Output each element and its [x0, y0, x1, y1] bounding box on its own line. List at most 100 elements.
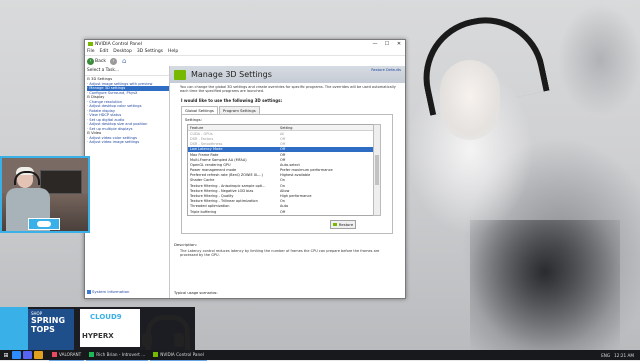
cloud9-badge-icon [28, 218, 60, 230]
maximize-button[interactable]: ☐ [381, 41, 393, 47]
settings-row[interactable]: Shader Cache On [188, 178, 374, 183]
feature-cell: Triple buffering [190, 209, 217, 214]
settings-row[interactable]: Low Latency Mode Off [188, 146, 374, 152]
settings-row[interactable]: Vertical syncOff [188, 214, 374, 216]
language-indicator[interactable]: ENG [601, 353, 610, 358]
pinned-app-icon[interactable] [12, 351, 21, 359]
nvidia-logo-icon [88, 42, 93, 46]
forward-button[interactable]: › [109, 57, 118, 65]
webcam-headset [14, 171, 40, 185]
menu-3d-settings[interactable]: 3D Settings [137, 49, 163, 54]
feature-cell: Texture filtering - Quality [190, 194, 234, 199]
minimize-button[interactable]: — [369, 41, 381, 47]
feature-column-header: Feature [190, 125, 204, 130]
feature-cell: DSR - Smoothness [190, 142, 223, 147]
setting-cell: On [280, 178, 285, 183]
feature-cell: Texture filtering - Anisotropic sample o… [190, 183, 266, 188]
settings-row[interactable]: Texture filtering - Anisotropic sample o… [188, 183, 374, 188]
settings-label: Settings: [185, 117, 202, 122]
menu-help[interactable]: Help [168, 49, 178, 54]
clock[interactable]: 12:21 AM [614, 353, 634, 358]
description-label: Description: [174, 242, 197, 247]
description-text: The Latency control reduces latency by l… [180, 249, 380, 257]
promo-banner: SHOP SPRING TOPS CLOUD9 HYPERX [0, 307, 195, 352]
scrollbar-thumb[interactable] [375, 155, 379, 185]
taskbar: ⊞ VALORANT Rich Brian - Introvert ... NVID… [0, 350, 640, 361]
system-information-label: System Information [92, 289, 130, 294]
setting-cell: Off [280, 152, 286, 157]
settings-row[interactable]: DSR - Factors Off [188, 136, 374, 141]
nvidia-shield-icon [332, 223, 337, 226]
page-header: Manage 3D Settings Restore Defaults [170, 66, 405, 83]
sponsor-logos: CLOUD9 HYPERX [80, 309, 140, 347]
back-label: Back [95, 58, 106, 64]
settings-row[interactable]: DSR - Smoothness Off [188, 142, 374, 147]
menu-edit[interactable]: Edit [100, 49, 109, 54]
select-task-label: Select a Task... [85, 66, 169, 76]
home-button[interactable]: ⌂ [122, 57, 126, 65]
app-icon [89, 352, 95, 357]
pinned-app-icon[interactable] [23, 351, 32, 359]
nvidia-control-panel-window: NVIDIA Control Panel — ☐ ✕ File Edit Des… [84, 39, 406, 299]
folder-icon[interactable] [34, 351, 43, 359]
feature-cell: Shader Cache [190, 178, 215, 183]
settings-row[interactable]: CUDA - GPUs All [188, 131, 374, 136]
settings-scrollbar[interactable] [373, 124, 381, 216]
taskbar-items: VALORANT Rich Brian - Introvert ... NVIDIA… [49, 350, 209, 361]
system-information-link[interactable]: System Information [87, 289, 129, 294]
feature-cell: Power management mode [190, 168, 237, 173]
setting-cell: Off [280, 215, 374, 216]
settings-row[interactable]: OpenGL rendering GPU Auto-select [188, 162, 374, 167]
setting-cell: Prefer maximum performance [280, 168, 333, 173]
app-icon [52, 352, 57, 357]
menu-desktop[interactable]: Desktop [113, 49, 132, 54]
info-icon [87, 289, 91, 294]
taskbar-item[interactable]: NVIDIA Control Panel [150, 350, 207, 361]
settings-row[interactable]: Triple buffering Off [188, 209, 374, 214]
settings-row[interactable]: Texture filtering - Quality High performa… [188, 193, 374, 198]
spring-label: SPRING [31, 316, 66, 325]
window-controls: — ☐ ✕ [369, 41, 405, 47]
settings-panel: Settings: Feature Setting CUDA - GPUs All… [181, 114, 393, 234]
wallpaper-dress [470, 220, 620, 350]
setting-cell: On [280, 199, 285, 204]
feature-cell: Threaded optimization [190, 204, 230, 209]
tab-program-settings[interactable]: Program Settings [218, 106, 260, 114]
settings-row[interactable]: Power management mode Prefer maximum perf… [188, 168, 374, 173]
restore-button[interactable]: Restore [330, 220, 356, 229]
setting-cell: Off [280, 142, 286, 147]
close-button[interactable]: ✕ [393, 41, 405, 47]
settings-row[interactable]: Texture filtering - Negative LOD bias All… [188, 188, 374, 193]
setting-cell: Auto-select [280, 162, 300, 167]
task-tree: ⊟ 3D Settings · Adjust image settings wi… [85, 76, 169, 145]
setting-cell: High performance [280, 194, 312, 199]
taskbar-item[interactable]: Rich Brian - Introvert ... [86, 350, 149, 361]
taskbar-item-label: Rich Brian - Introvert ... [96, 352, 146, 357]
setting-cell: Off [280, 157, 286, 162]
tree-task-link[interactable]: · Adjust video image settings [87, 140, 169, 145]
taskbar-item[interactable]: VALORANT [49, 350, 85, 361]
usage-label: Typical usage scenarios: [174, 291, 218, 295]
app-icon [153, 352, 159, 357]
settings-row[interactable]: Preferred refresh rate (BenQ ZOWIE XL...… [188, 173, 374, 178]
title-bar[interactable]: NVIDIA Control Panel — ☐ ✕ [85, 40, 405, 48]
setting-cell: Off [280, 209, 286, 214]
promo-accent [0, 307, 28, 350]
restore-defaults-link[interactable]: Restore Defaults [371, 68, 401, 72]
hyperx-logo: HYPERX [82, 332, 114, 340]
back-button[interactable]: ‹ Back [87, 57, 106, 65]
settings-tabs: Global Settings Program Settings [170, 106, 405, 114]
settings-row[interactable]: Max Frame Rate Off [188, 152, 374, 157]
feature-cell: OpenGL rendering GPU [190, 162, 231, 167]
settings-row[interactable]: Multi-Frame Sampled AA (MFAA) Off [188, 157, 374, 162]
windows-start-icon[interactable]: ⊞ [0, 350, 12, 360]
tab-global-settings[interactable]: Global Settings [181, 106, 218, 114]
settings-row[interactable]: Threaded optimization Auto [188, 204, 374, 209]
setting-cell: Off [280, 136, 286, 141]
page-title: Manage 3D Settings [191, 70, 272, 79]
settings-row[interactable]: Texture filtering - Trilinear optimizati… [188, 199, 374, 204]
setting-cell: All [280, 131, 285, 136]
menu-file[interactable]: File [87, 49, 95, 54]
3d-settings-icon [174, 69, 186, 80]
feature-cell: Multi-Frame Sampled AA (MFAA) [190, 157, 247, 162]
